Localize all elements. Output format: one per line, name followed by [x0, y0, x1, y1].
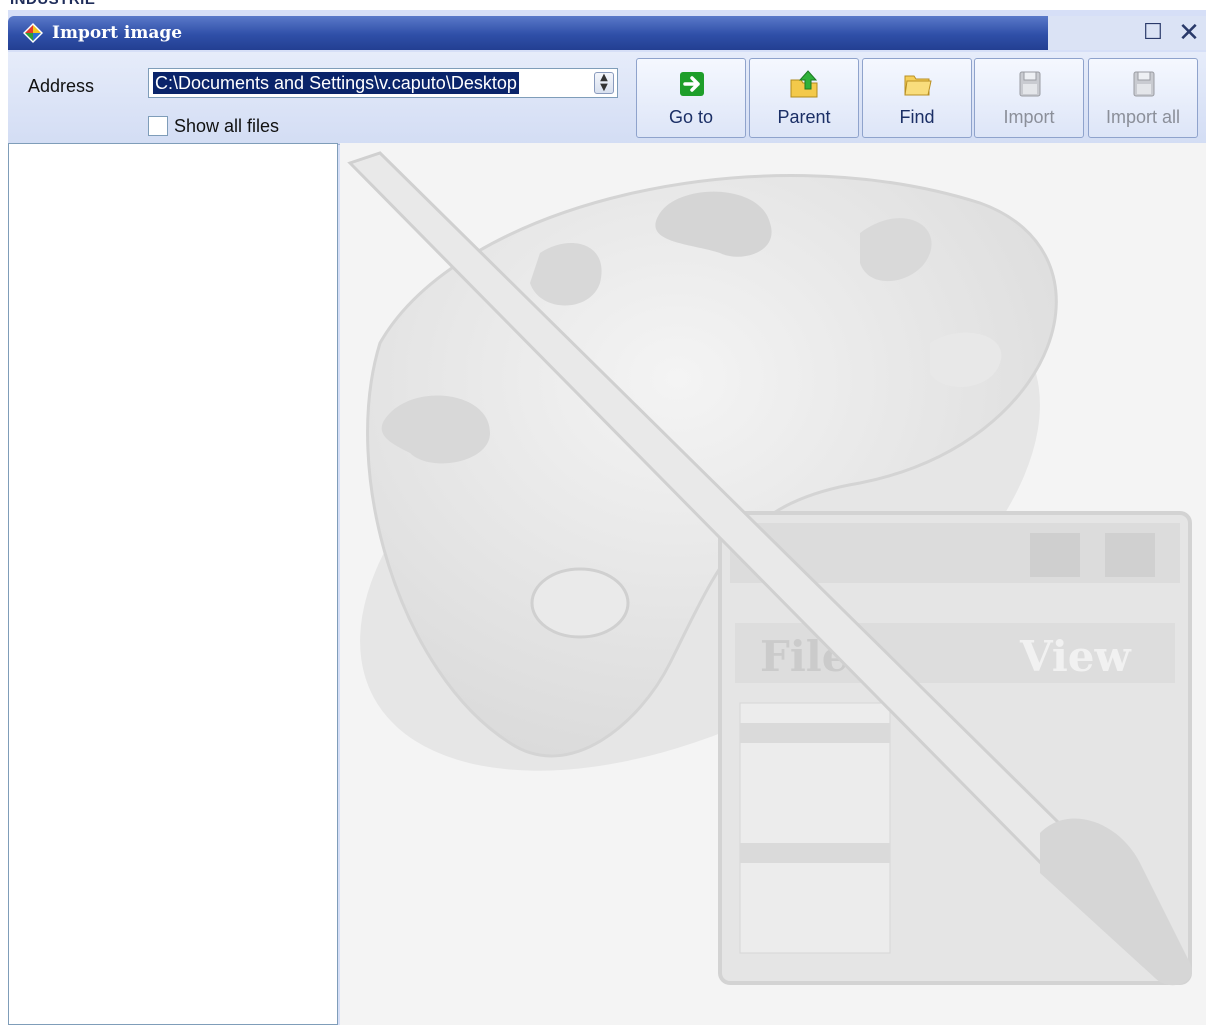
find-label: Find: [899, 107, 935, 127]
address-dropdown-button[interactable]: ▲ ▼: [594, 72, 614, 94]
toolbar: Address C:\Documents and Settings\v.capu…: [8, 52, 1206, 145]
floppy-disk-icon: [1019, 71, 1041, 97]
import-label: Import: [1003, 107, 1055, 127]
parent-label: Parent: [777, 107, 831, 127]
watermark-menu-view: View: [1019, 632, 1132, 681]
import-button[interactable]: Import: [974, 58, 1084, 138]
folder-up-arrow-icon: [790, 70, 818, 98]
show-all-files-label[interactable]: Show all files: [174, 116, 279, 137]
address-combobox[interactable]: C:\Documents and Settings\v.caputo\Deskt…: [148, 68, 618, 98]
maximize-button[interactable]: ☐: [1140, 20, 1166, 46]
go-to-button[interactable]: Go to: [636, 58, 746, 138]
address-label: Address: [28, 76, 95, 96]
show-all-files-checkbox[interactable]: [148, 116, 168, 136]
header-text: INDUSTRIE: [10, 0, 95, 8]
image-preview-area: File View: [340, 143, 1206, 1025]
close-button[interactable]: ✕: [1176, 20, 1202, 46]
find-button[interactable]: Find: [862, 58, 972, 138]
floppy-disk-multiple-icon: [1133, 71, 1155, 97]
go-to-label: Go to: [668, 107, 714, 127]
import-all-button[interactable]: Import all: [1088, 58, 1198, 138]
paint-palette-brush-icon: File View: [347, 151, 1192, 986]
app-diamond-icon: [23, 23, 43, 43]
import-all-label: Import all: [1105, 107, 1181, 127]
green-arrow-right-icon: [680, 72, 704, 96]
folder-search-icon: [904, 75, 932, 96]
file-list-pane[interactable]: [8, 143, 338, 1025]
parent-button[interactable]: Parent: [749, 58, 859, 138]
window-title: Import image: [52, 23, 183, 43]
address-value[interactable]: C:\Documents and Settings\v.caputo\Deskt…: [153, 72, 519, 94]
header-strip: INDUSTRIE: [0, 0, 1206, 10]
title-bar: Import image ☐ ✕: [8, 10, 1206, 52]
